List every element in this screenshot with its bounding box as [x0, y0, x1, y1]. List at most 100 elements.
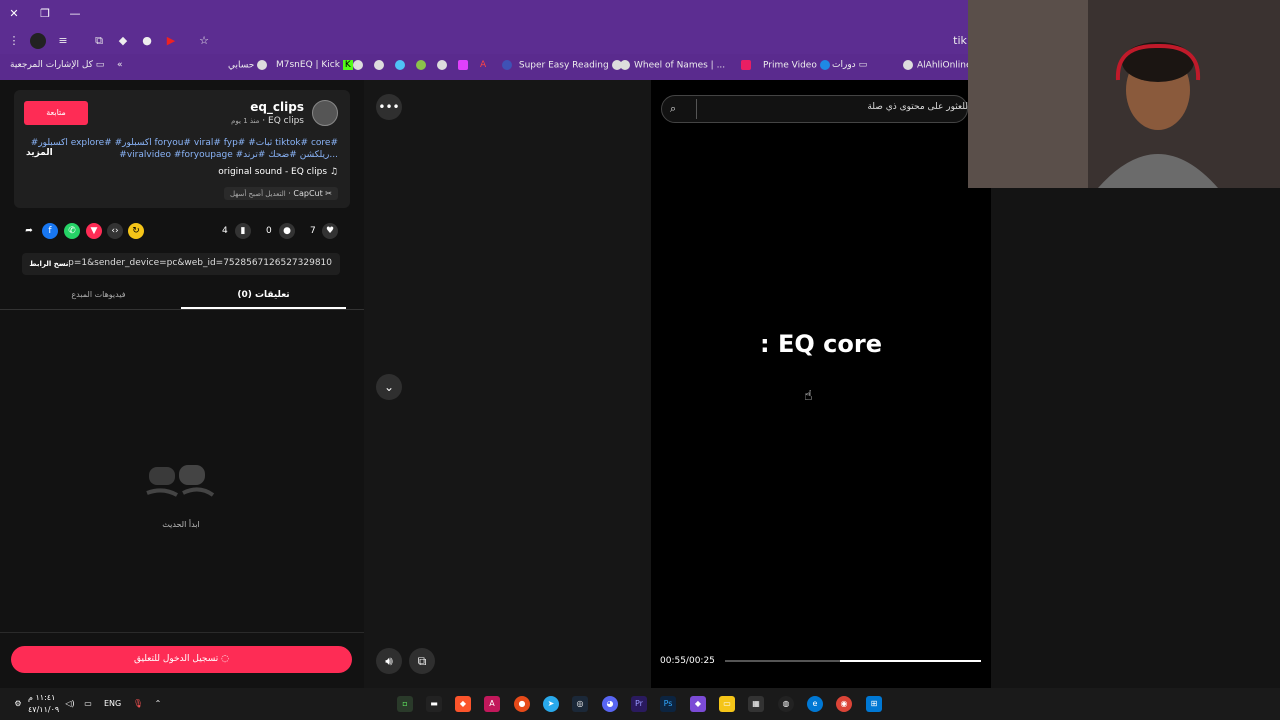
posted-ago: منذ 1 يوم — [231, 117, 260, 125]
volume-icon[interactable]: 🔊︎ — [376, 648, 402, 674]
extension-icon[interactable]: ● — [139, 33, 155, 49]
app-icon[interactable]: ◍ — [778, 696, 794, 712]
tab-comments[interactable]: (0) تعليقات — [181, 285, 346, 309]
bookmark-icon-5[interactable] — [437, 60, 451, 71]
share-icon[interactable]: ➦ — [21, 223, 37, 239]
steam-icon[interactable]: ◎ — [572, 696, 588, 712]
bookmark-wheel[interactable]: Wheel of Names | ... — [620, 60, 725, 71]
more-options-icon[interactable]: ••• — [376, 94, 402, 120]
tab-creator-videos[interactable]: فيديوهات المبدع — [16, 285, 181, 309]
repost-icon[interactable]: ↻ — [128, 223, 144, 239]
globe-icon — [903, 60, 913, 70]
minimize-icon[interactable]: — — [67, 6, 83, 22]
mic-icon[interactable]: 🎙︎ — [130, 696, 146, 712]
premiere-icon[interactable]: Pr — [631, 696, 647, 712]
comment-icon[interactable]: ● — [279, 223, 295, 239]
folder-icon[interactable]: ▭ — [719, 696, 735, 712]
bookmark-icon-8[interactable] — [741, 60, 755, 71]
username[interactable]: eq_clips — [250, 100, 304, 114]
chevron-up-icon[interactable]: ⌃ — [150, 696, 166, 712]
folder-icon: ▭ — [858, 60, 868, 70]
bookmark-prime[interactable]: Prime Video — [763, 60, 834, 71]
extension-icon[interactable]: ≡ — [55, 33, 71, 49]
app-icon[interactable]: ▫ — [397, 696, 413, 712]
chevron-down-icon[interactable]: ⌄ — [376, 374, 402, 400]
embed-icon[interactable]: ‹› — [107, 223, 123, 239]
capcut-icon: ✂ — [325, 189, 332, 198]
follow-button[interactable]: متابعة — [24, 101, 88, 125]
menu-icon[interactable]: ⋮ — [6, 33, 22, 49]
bookmark-icon-6[interactable] — [458, 60, 472, 71]
globe-icon — [374, 60, 384, 70]
login-to-comment-button[interactable]: تسجيل الدخول للتعليق ◌ — [11, 646, 352, 673]
bookmark-icon-2[interactable] — [374, 60, 388, 71]
clock-date[interactable]: ٤٧/١١/٠٩ — [28, 705, 59, 714]
sound-link[interactable]: original sound - EQ clips ♫ — [218, 167, 338, 177]
bookmark-account[interactable]: حسابي — [228, 60, 271, 71]
share-link-text[interactable]: ...p=1&sender_device=pc&web_id=752856712… — [60, 258, 332, 268]
clock-time[interactable]: ١١:٤١ م — [28, 693, 55, 702]
close-icon[interactable]: ✕ — [6, 6, 22, 22]
capcut-anchor[interactable]: التعديل أصبح أسهل · CapCut ✂ — [223, 187, 338, 200]
heart-icon[interactable]: ♥ — [322, 223, 338, 239]
hashtags-line-1[interactable]: #اكسبلور explore# #اكسبلور foryou# viral… — [31, 138, 338, 148]
chevron-icon[interactable]: « — [117, 60, 123, 70]
language-indicator[interactable]: ENG — [104, 699, 121, 708]
capcut-label: CapCut — [293, 189, 323, 198]
capcut-desc: التعديل أصبح أسهل — [229, 190, 286, 198]
download-icon — [416, 60, 426, 70]
volume-icon[interactable]: ◁) — [62, 696, 78, 712]
telegram-icon[interactable]: ➤ — [543, 696, 559, 712]
bookmark-icon-4[interactable] — [416, 60, 430, 71]
address-bar[interactable]: tik — [950, 33, 970, 49]
chat-icon: ◌ — [221, 654, 230, 664]
whatsapp-icon[interactable]: ✆ — [64, 223, 80, 239]
copy-link-button[interactable]: نسخ الرابط — [26, 256, 72, 272]
search-icon[interactable]: ⌕ — [670, 102, 676, 116]
site-icon — [458, 60, 468, 70]
bookmark-kick[interactable]: M7snEQ | Kick K — [276, 60, 353, 70]
terminal-icon[interactable]: ▬ — [426, 696, 442, 712]
facebook-icon[interactable]: f — [42, 223, 58, 239]
restore-icon[interactable]: ❐ — [37, 6, 53, 22]
hashtags-line-2[interactable]: #viralvideo #foryoupage #ريلكشن #ضحك #تر… — [119, 150, 338, 160]
extension-icon[interactable]: ◆ — [115, 33, 131, 49]
network-icon[interactable]: ▭ — [80, 696, 96, 712]
brave-icon[interactable]: ◆ — [455, 696, 471, 712]
settings-icon[interactable]: ⚙ — [10, 696, 26, 712]
youtube-icon[interactable]: ▶ — [163, 33, 179, 49]
site-icon — [741, 60, 751, 70]
display-name-line: منذ 1 يوم · EQ clips — [231, 116, 304, 126]
bookmark-icon[interactable]: ▮ — [235, 223, 251, 239]
send-icon[interactable]: ▼ — [86, 223, 102, 239]
edge-icon[interactable]: e — [807, 696, 823, 712]
picture-in-picture-icon[interactable]: ⧉ — [409, 648, 435, 674]
app-icon[interactable]: ◆ — [690, 696, 706, 712]
photoshop-icon[interactable]: Ps — [660, 696, 676, 712]
browser-toolbar: ⋮ ≡ ⧉ ◆ ● ▶ ☆ tik — [0, 28, 968, 54]
chrome-icon[interactable]: ◉ — [836, 696, 852, 712]
bookmark-icon-1[interactable] — [353, 60, 367, 71]
empty-chat-illustration — [146, 465, 215, 497]
bookmark-all[interactable]: كل الإشارات المرجعية ▭ — [10, 60, 104, 70]
bookmark-super-easy[interactable]: Super Easy Reading — [502, 60, 626, 71]
bookmark-star-icon[interactable]: ☆ — [196, 33, 212, 49]
bookmark-courses[interactable]: دورات ▭ — [832, 60, 867, 70]
more-link[interactable]: المزيد — [26, 148, 53, 158]
app-icon[interactable]: A — [484, 696, 500, 712]
app-icon[interactable]: ● — [514, 696, 530, 712]
bookmark-alahli[interactable]: AlAhliOnline — [903, 60, 972, 71]
bookmark-label: Super Easy Reading — [518, 60, 609, 71]
cursor-hand-icon: ☝ — [804, 388, 813, 404]
discord-icon[interactable]: ◕ — [602, 696, 618, 712]
bookmark-icon-7[interactable]: A — [480, 60, 486, 70]
avatar[interactable] — [312, 100, 338, 126]
extension-icon[interactable] — [30, 33, 46, 49]
bookmark-icon-3[interactable] — [395, 60, 409, 71]
timecode: 00:55/00:25 — [660, 656, 715, 666]
globe-icon — [257, 60, 268, 70]
video-player[interactable] — [651, 80, 991, 688]
puzzle-icon[interactable]: ⧉ — [91, 33, 107, 49]
windows-icon[interactable]: ⊞ — [866, 696, 882, 712]
store-icon[interactable]: ▦ — [748, 696, 764, 712]
